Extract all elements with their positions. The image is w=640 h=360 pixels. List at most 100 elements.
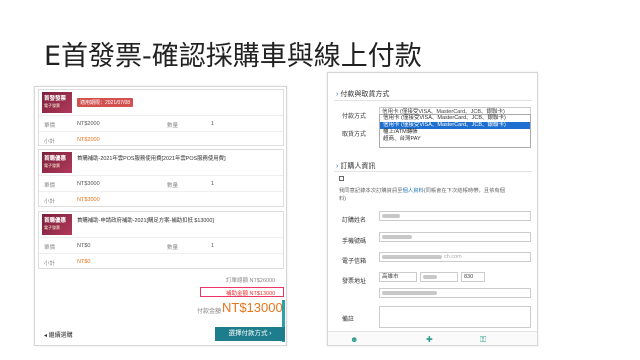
product-thumbnail: 首購優惠 電子發票 bbox=[42, 214, 72, 235]
unit-price-row: 單價 NT$3000 數量 1 bbox=[39, 176, 283, 192]
unit-price-label: 單價 bbox=[44, 123, 56, 129]
subsidy-amount: 補助金額 NT$13000 bbox=[226, 291, 276, 297]
quantity-label: 數量 bbox=[167, 123, 179, 129]
quantity-label: 數量 bbox=[167, 183, 179, 189]
district-select[interactable] bbox=[420, 272, 458, 282]
phone-label: 手機號碼 bbox=[342, 239, 367, 245]
option-prefix: 櫃上/ bbox=[383, 129, 396, 135]
unit-price-row: 單價 NT$0 數量 1 bbox=[39, 238, 283, 254]
thumbnail-subtitle: 電子發票 bbox=[44, 103, 60, 108]
unit-price-value: NT$3000 bbox=[77, 181, 100, 187]
pay-amount-label: 付款金額 bbox=[197, 309, 222, 315]
slide-title: E首發票-確認採購車與線上付款 bbox=[44, 41, 422, 72]
subtotal-row: 小計 NT$2000 bbox=[39, 132, 283, 148]
divider bbox=[334, 171, 532, 172]
quantity-value[interactable]: 1 bbox=[211, 243, 214, 249]
cart-item-header: 首發發票 電子發票 適用期限：2021/07/08 bbox=[39, 90, 283, 116]
cart-item: 首發發票 電子發票 適用期限：2021/07/08 單價 NT$2000 數量 … bbox=[38, 89, 284, 146]
divider bbox=[334, 100, 532, 101]
person-icon[interactable]: ☻ bbox=[350, 335, 358, 344]
chevron-right-icon: › bbox=[336, 91, 339, 98]
subtotal-value: NT$2000 bbox=[77, 137, 100, 143]
blurred-value bbox=[382, 290, 437, 295]
product-thumbnail: 首發發票 電子發票 bbox=[42, 92, 72, 113]
unit-price-label: 單價 bbox=[44, 183, 56, 189]
option-label: 信用卡 (僅接受VISA、MasterCard、JCB、銀聯卡) bbox=[383, 115, 506, 121]
email-value-suffix: ch.com bbox=[444, 254, 462, 260]
thumbnail-subtitle: 電子發票 bbox=[44, 225, 60, 230]
dropdown-option-selected[interactable]: 信用卡 (僅接受VISA、MasterCard、JCB、銀聯卡) bbox=[380, 122, 530, 129]
unit-price-label: 單價 bbox=[44, 245, 56, 251]
product-name[interactable]: 首購補助-2021年雲POS服務使用費[2021年雲POS服務使用費] bbox=[77, 154, 226, 162]
option-label: 超商、台灣PAY bbox=[383, 136, 421, 142]
blurred-value bbox=[423, 274, 437, 279]
street-address-input[interactable] bbox=[379, 288, 531, 298]
city-select[interactable]: 高雄市 bbox=[379, 272, 417, 282]
subtotal-row: 小計 NT$3000 bbox=[39, 192, 283, 208]
quantity-label: 數量 bbox=[167, 245, 179, 251]
subtotal-label: 小計 bbox=[44, 139, 56, 145]
blurred-value bbox=[382, 234, 412, 239]
option-label: ATM轉帳 bbox=[395, 129, 418, 135]
remark-textarea[interactable] bbox=[379, 306, 531, 328]
option-label: 信用卡 (僅接受VISA、MasterCard、JCB、銀聯卡) bbox=[383, 122, 506, 128]
blurred-value bbox=[382, 254, 442, 259]
orderer-section-title: › 訂購人資訊 bbox=[336, 161, 375, 171]
orderer-section-title-text: 訂購人資訊 bbox=[340, 163, 376, 170]
order-total: 訂單總額 NT$26000 bbox=[226, 278, 276, 284]
payment-section-title-text: 付款與取貨方式 bbox=[340, 91, 390, 98]
thumbnail-subtitle: 電子發票 bbox=[44, 163, 60, 168]
personal-data-link[interactable]: 個人資料 bbox=[403, 188, 424, 194]
choose-payment-button[interactable]: 選擇付款方式 › bbox=[215, 327, 285, 341]
dropdown-option[interactable]: 信用卡 (僅接受VISA、MasterCard、JCB、銀聯卡) bbox=[380, 115, 530, 122]
invoice-address-label: 發票地址 bbox=[342, 279, 367, 285]
cart-item: 首購優惠 電子發票 首購補助-申請政府補助-2021[購足方案-補助扣抵 $13… bbox=[38, 211, 284, 269]
cart-item-header: 首購優惠 電子發票 首購補助-2021年雲POS服務使用費[2021年雲POS服… bbox=[39, 150, 283, 176]
subtotal-label: 小計 bbox=[44, 199, 56, 205]
validity-badge: 適用期限：2021/07/08 bbox=[77, 98, 134, 107]
cart-item-header: 首購優惠 電子發票 首購補助-申請政府補助-2021[購足方案-補助扣抵 $13… bbox=[39, 212, 283, 238]
product-thumbnail: 首購優惠 電子發票 bbox=[42, 152, 72, 173]
plus-icon[interactable]: ✚ bbox=[426, 335, 433, 344]
payment-section-title: › 付款與取貨方式 bbox=[336, 89, 389, 99]
save-info-checkbox[interactable] bbox=[339, 176, 344, 181]
unit-price-row: 單價 NT$2000 數量 1 bbox=[39, 116, 283, 132]
subtotal-row: 小計 NT$0 bbox=[39, 254, 283, 270]
pay-method-label: 付款方式 bbox=[342, 114, 367, 120]
subtotal-value: NT$0 bbox=[77, 259, 91, 265]
continue-shopping-link[interactable]: ◂ 繼續選購 bbox=[44, 330, 73, 339]
pay-amount-value: NT$13000 bbox=[222, 300, 283, 315]
email-input[interactable]: ch.com bbox=[379, 252, 531, 262]
quantity-value[interactable]: 1 bbox=[211, 181, 214, 187]
slide: E首發票-確認採購車與線上付款 首發發票 電子發票 適用期限：2021/07/0… bbox=[0, 0, 640, 360]
key-icon[interactable]: ⚿ bbox=[480, 335, 486, 345]
orderer-name-label: 訂購姓名 bbox=[342, 218, 367, 224]
cart-item: 首購優惠 電子發票 首購補助-2021年雲POS服務使用費[2021年雲POS服… bbox=[38, 149, 284, 207]
postal-code-input[interactable]: 830 bbox=[461, 272, 485, 282]
pay-method-dropdown: 信用卡 (僅接受VISA、MasterCard、JCB、銀聯卡) 信用卡 (僅接… bbox=[379, 114, 531, 148]
thumbnail-title: 首發發票 bbox=[44, 96, 67, 102]
save-info-note-cont: 料) bbox=[339, 196, 347, 202]
bottom-toolbar: ☻ ✚ ⚿ bbox=[328, 331, 537, 345]
subtotal-value: NT$3000 bbox=[77, 197, 100, 203]
checkout-form-screenshot: › 付款與取貨方式 付款方式 信用卡 (僅接受VISA、MasterCard、JC… bbox=[327, 72, 538, 346]
product-name[interactable]: 首購補助-申請政府補助-2021[購足方案-補助扣抵 $13000] bbox=[77, 216, 214, 224]
dropdown-option[interactable]: 櫃上/ATM轉帳 bbox=[380, 129, 530, 136]
note-text: (同帳會在下次結帳時帶，且依有個 bbox=[423, 188, 505, 194]
blurred-value bbox=[382, 213, 400, 218]
dropdown-option[interactable]: 超商、台灣PAY bbox=[380, 136, 530, 143]
unit-price-value: NT$0 bbox=[77, 243, 91, 249]
quantity-value[interactable]: 1 bbox=[211, 121, 214, 127]
chevron-right-icon: › bbox=[336, 163, 339, 170]
remark-label: 備註 bbox=[342, 317, 355, 323]
unit-price-value: NT$2000 bbox=[77, 121, 100, 127]
email-label: 電子信箱 bbox=[342, 259, 367, 265]
phone-input[interactable] bbox=[379, 232, 531, 242]
subtotal-label: 小計 bbox=[44, 261, 56, 267]
save-info-note: 我同意記錄本次訂購資訊至個人資料(同帳會在下次結帳時帶，且依有個 bbox=[339, 186, 505, 194]
orderer-name-input[interactable] bbox=[379, 211, 531, 221]
pickup-method-label: 取貨方式 bbox=[342, 132, 367, 138]
thumbnail-title: 首購優惠 bbox=[44, 156, 67, 162]
thumbnail-title: 首購優惠 bbox=[44, 218, 67, 224]
note-text: 我同意記錄本次訂購資訊至 bbox=[339, 188, 403, 194]
